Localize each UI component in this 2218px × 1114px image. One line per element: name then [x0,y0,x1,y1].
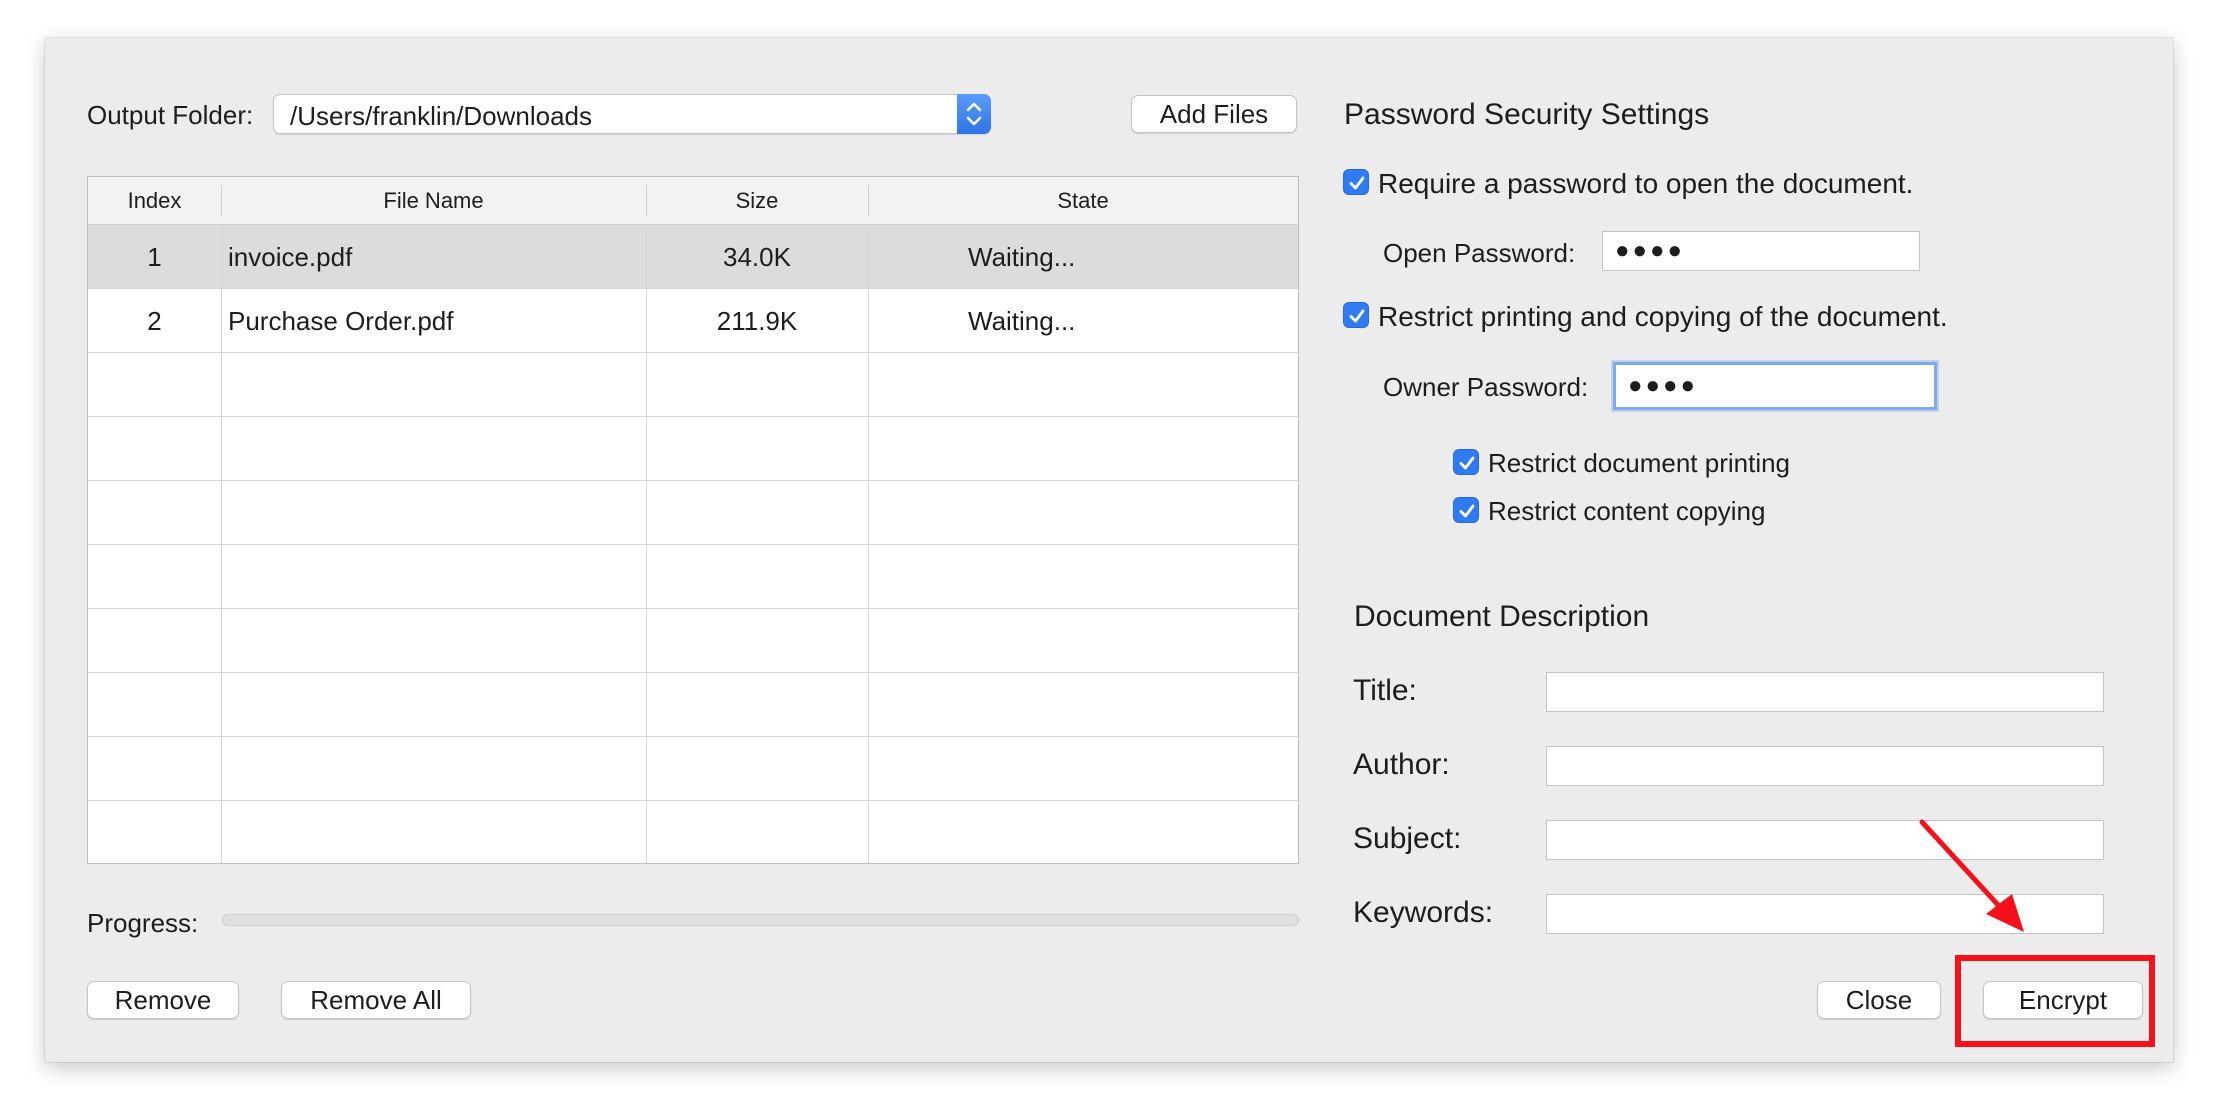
table-row[interactable]: 2 Purchase Order.pdf 211.9K Waiting... [88,289,1298,353]
column-divider [646,225,647,863]
chevron-up-down-icon[interactable] [957,94,991,134]
row-file-name: invoice.pdf [228,241,353,272]
keywords-label: Keywords: [1353,896,1494,929]
checkmark-icon [1459,504,1475,518]
checkmark-icon [1459,456,1475,470]
output-folder-label: Output Folder: [87,100,254,130]
require-open-password-checkbox[interactable] [1343,169,1369,195]
table-row-empty [88,801,1298,863]
restrict-printing-copying-label[interactable]: Restrict printing and copying of the doc… [1378,301,1948,333]
row-file-name: Purchase Order.pdf [228,305,454,336]
table-row-empty [88,545,1298,609]
restrict-printing-copying-checkbox[interactable] [1343,302,1369,328]
column-header-state[interactable]: State [868,177,1298,225]
open-password-value: ●●●● [1615,237,1685,264]
output-folder-value: /Users/franklin/Downloads [290,101,593,131]
annotation-arrow-icon [1919,819,2024,932]
row-size: 211.9K [716,305,798,336]
subject-label: Subject: [1353,822,1462,855]
table-row-empty [88,481,1298,545]
table-header: Index File Name Size State [88,177,1298,225]
remove-all-button[interactable]: Remove All [281,981,471,1019]
file-table: Index File Name Size State 1 invoice.pdf… [87,176,1299,864]
open-password-field[interactable]: ●●●● [1602,231,1920,271]
encrypt-pdf-window: Output Folder: /Users/franklin/Downloads… [45,38,2173,1062]
output-folder-select[interactable]: /Users/franklin/Downloads [273,94,991,134]
owner-password-value: ●●●● [1628,372,1698,399]
restrict-content-copying-label[interactable]: Restrict content copying [1488,496,1765,527]
restrict-content-copying-checkbox[interactable] [1453,497,1479,523]
table-row-empty [88,737,1298,801]
password-security-heading: Password Security Settings [1344,98,1710,131]
column-divider [221,225,222,863]
row-state: Waiting... [968,241,1076,272]
row-index: 2 [147,305,162,336]
close-button[interactable]: Close [1817,981,1941,1019]
author-label: Author: [1353,748,1450,781]
title-field[interactable] [1546,672,2104,712]
require-open-password-label[interactable]: Require a password to open the document. [1378,168,1913,200]
open-password-label: Open Password: [1383,238,1576,268]
annotation-highlight-box [1955,955,2155,1047]
progress-bar [222,914,1299,926]
table-row[interactable]: 1 invoice.pdf 34.0K Waiting... [88,225,1298,289]
restrict-document-printing-checkbox[interactable] [1453,449,1479,475]
column-header-file-name[interactable]: File Name [221,177,646,225]
row-state: Waiting... [968,305,1076,336]
table-row-empty [88,417,1298,481]
column-header-size[interactable]: Size [646,177,868,225]
table-row-empty [88,609,1298,673]
column-divider [868,225,869,863]
checkmark-icon [1349,309,1365,323]
owner-password-field[interactable]: ●●●● [1613,362,1937,410]
author-field[interactable] [1546,746,2104,786]
table-row-empty [88,673,1298,737]
restrict-document-printing-label[interactable]: Restrict document printing [1488,448,1790,479]
remove-button[interactable]: Remove [87,981,239,1019]
add-files-button[interactable]: Add Files [1131,95,1297,133]
owner-password-label: Owner Password: [1383,372,1589,402]
row-size: 34.0K [723,241,791,272]
column-header-index[interactable]: Index [88,177,221,225]
row-index: 1 [147,241,162,272]
checkmark-icon [1349,176,1365,190]
document-description-heading: Document Description [1354,600,1650,633]
table-row-empty [88,353,1298,417]
title-label: Title: [1353,674,1417,707]
progress-label: Progress: [87,908,199,938]
